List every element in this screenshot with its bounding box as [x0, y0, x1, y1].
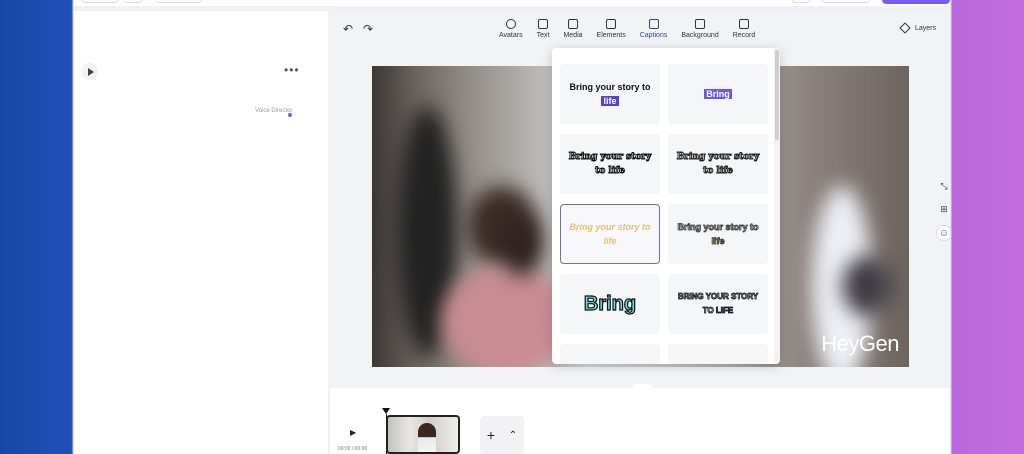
tool-background[interactable]: Background	[681, 19, 719, 39]
caption-style-card[interactable]: Bring	[560, 274, 660, 334]
caption-style-card[interactable]	[668, 344, 768, 364]
media-icon	[567, 19, 578, 29]
tool-label: Avatars	[499, 32, 523, 39]
top-pill[interactable]	[792, 0, 810, 3]
caption-preview: Bring your story to life	[564, 80, 656, 108]
caption-preview: BRING YOUR STORY TO LIFE	[672, 290, 764, 318]
add-scene-button[interactable]: +	[487, 427, 495, 443]
tool-avatars[interactable]: Avatars	[499, 19, 523, 39]
caption-style-card[interactable]: BRING YOUR STORY TO LIFE	[668, 274, 768, 334]
caption-highlight: life	[716, 166, 733, 177]
heygen-editor-app: ••• Voice Director ↶ ↷ Avatars Text Medi…	[74, 0, 950, 454]
redo-button[interactable]: ↷	[363, 22, 373, 36]
caption-style-card[interactable]: Bring your story to life	[668, 204, 768, 264]
timeline-add-controls: + ⌃	[480, 416, 524, 454]
caption-text: Bring your story to	[569, 82, 651, 92]
top-pill[interactable]	[822, 0, 870, 3]
caption-style-card[interactable]: Bring	[668, 64, 768, 124]
caption-preview: Bring your story to life	[569, 222, 651, 246]
caption-style-card[interactable]: Bring your story to life	[560, 64, 660, 124]
elements-icon	[606, 19, 617, 29]
tool-label: Media	[563, 32, 583, 39]
undo-button[interactable]: ↶	[343, 22, 353, 36]
script-panel: ••• Voice Director	[74, 11, 328, 454]
caption-preview: Bring	[583, 293, 637, 315]
caption-highlight: life	[711, 236, 725, 247]
expand-timeline-button[interactable]: ⌃	[509, 430, 517, 441]
caption-style-card[interactable]: Bring your story to life	[560, 134, 660, 194]
tool-record[interactable]: Record	[732, 19, 756, 39]
caption-preview: Bring your story to life	[672, 220, 764, 248]
text-icon	[538, 19, 549, 29]
tool-label: Text	[536, 32, 550, 39]
top-pill[interactable]	[124, 0, 142, 3]
editor-toolbar: Avatars Text Media Elements Captions Bac…	[499, 19, 769, 39]
background-icon	[695, 19, 706, 29]
avatar-icon	[505, 19, 516, 29]
canvas-side-tools: ⤡ ⊞ ☺	[936, 179, 950, 250]
top-pill[interactable]	[156, 0, 202, 3]
play-preview-button[interactable]	[81, 63, 98, 80]
primary-action-button[interactable]	[882, 0, 950, 4]
timeline-panel: ▶ 00:00 / 00:00 + ⌃	[330, 388, 950, 454]
tool-media[interactable]: Media	[563, 19, 583, 39]
tool-label: Captions	[639, 32, 668, 39]
tool-elements[interactable]: Elements	[597, 19, 626, 39]
tool-label: Background	[681, 32, 719, 39]
scene-clip-thumbnail[interactable]	[386, 415, 460, 454]
tool-label: Elements	[596, 32, 626, 39]
timeline-play-button[interactable]: ▶	[350, 428, 356, 437]
caption-preview: Bring	[704, 87, 732, 101]
caption-style-card-selected[interactable]: Bring your story to life	[560, 204, 660, 264]
top-pill[interactable]	[82, 0, 118, 3]
layers-button[interactable]: Layers	[899, 22, 936, 34]
grid-icon[interactable]: ⊞	[937, 202, 950, 216]
captions-style-popup: Bring your story to life Bring Bring you…	[552, 48, 780, 364]
scrollbar-thumb[interactable]	[775, 50, 779, 140]
blurred-shape	[842, 256, 892, 316]
caption-preview: Bring your story to life	[672, 150, 764, 178]
assistant-icon[interactable]: ☺	[936, 225, 950, 241]
resize-icon[interactable]: ⤡	[937, 179, 950, 193]
layers-icon	[899, 22, 911, 34]
caption-highlight: life	[601, 96, 619, 106]
more-options-button[interactable]: •••	[284, 63, 300, 77]
layers-label: Layers	[914, 24, 936, 32]
blurred-shape	[502, 216, 542, 276]
captions-icon	[648, 19, 659, 29]
caption-style-card[interactable]	[560, 344, 660, 364]
heygen-watermark: HeyGen	[821, 331, 899, 356]
avatar-thumbnail	[418, 423, 436, 452]
caption-style-card[interactable]: Bring your story to life	[668, 134, 768, 194]
caption-highlight: Bring	[704, 89, 732, 99]
top-strip	[74, 0, 950, 6]
record-icon	[739, 19, 749, 29]
tool-label: Record	[732, 32, 756, 39]
tool-text[interactable]: Text	[536, 19, 550, 39]
tool-captions[interactable]: Captions	[639, 19, 668, 39]
caption-highlight: LIFE	[715, 306, 734, 316]
voice-director-label[interactable]: Voice Director	[255, 108, 292, 114]
caption-text: Bring your story to	[677, 222, 759, 233]
popup-scrollbar[interactable]	[774, 48, 780, 364]
cursor-dot	[288, 113, 292, 117]
timeline-time: 00:00 / 00:00	[338, 446, 368, 452]
caption-preview: Bring your story to life	[568, 152, 652, 177]
